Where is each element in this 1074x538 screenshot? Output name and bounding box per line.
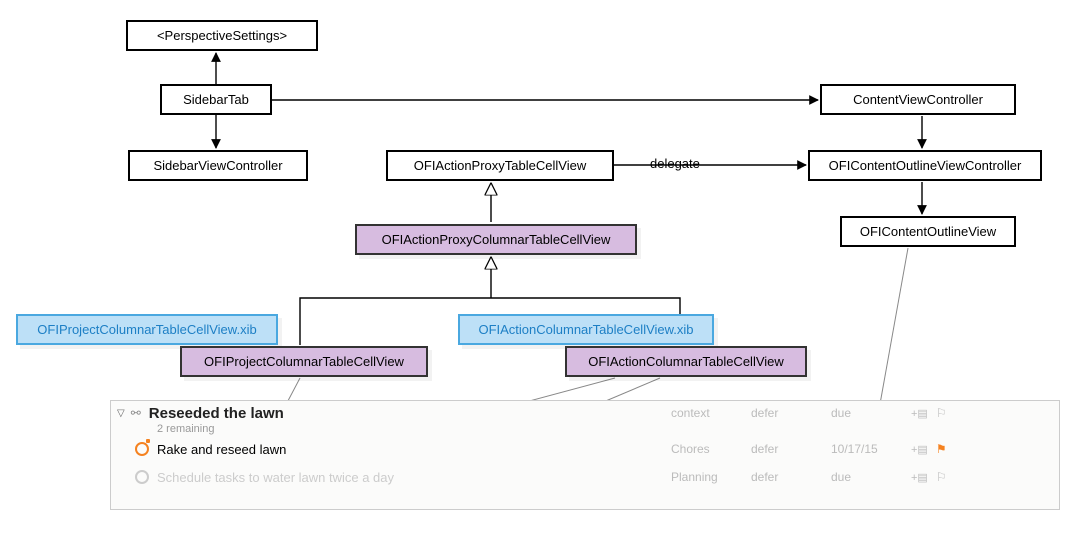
flag-icon[interactable]: ⚑ <box>936 442 947 456</box>
table-row[interactable]: Schedule tasks to water lawn twice a day… <box>111 463 1059 491</box>
node-action-columnar-xib: OFIActionColumnarTableCellView.xib <box>458 314 714 345</box>
flag-icon[interactable]: ⚐ <box>936 470 947 484</box>
node-sidebar-tab: SidebarTab <box>160 84 272 115</box>
add-note-icon[interactable]: +▤ <box>911 407 928 420</box>
edge-label-delegate: delegate <box>650 156 700 171</box>
disclosure-triangle-icon[interactable]: ▽ <box>117 408 125 419</box>
sequential-icon: ⚯ <box>131 406 141 420</box>
status-circle-icon[interactable] <box>135 442 149 456</box>
table-row[interactable]: Rake and reseed lawn Chores defer 10/17/… <box>111 435 1059 463</box>
row-due[interactable]: due <box>831 470 911 484</box>
node-project-columnar: OFIProjectColumnarTableCellView <box>180 346 428 377</box>
project-remaining: 2 remaining <box>157 423 1059 435</box>
row-defer[interactable]: defer <box>751 442 831 456</box>
col-header-defer: defer <box>751 406 831 420</box>
node-perspective-settings: <PerspectiveSettings> <box>126 20 318 51</box>
add-note-icon[interactable]: +▤ <box>911 443 928 456</box>
status-circle-icon[interactable] <box>135 470 149 484</box>
node-project-columnar-xib: OFIProjectColumnarTableCellView.xib <box>16 314 278 345</box>
outline-view-mock: ▽ ⚯ Reseeded the lawn context defer due … <box>110 400 1060 510</box>
node-sidebar-vc: SidebarViewController <box>128 150 308 181</box>
row-title[interactable]: Rake and reseed lawn <box>157 442 286 457</box>
node-ofi-content-outline-vc: OFIContentOutlineViewController <box>808 150 1042 181</box>
node-action-columnar: OFIActionColumnarTableCellView <box>565 346 807 377</box>
node-content-vc: ContentViewController <box>820 84 1016 115</box>
flag-icon[interactable]: ⚐ <box>936 406 947 420</box>
row-due[interactable]: 10/17/15 <box>831 442 911 456</box>
project-title[interactable]: Reseeded the lawn <box>149 405 284 422</box>
row-defer[interactable]: defer <box>751 470 831 484</box>
row-title[interactable]: Schedule tasks to water lawn twice a day <box>157 470 394 485</box>
row-context[interactable]: Chores <box>671 442 751 456</box>
col-header-context: context <box>671 406 751 420</box>
node-action-proxy-columnar: OFIActionProxyColumnarTableCellView <box>355 224 637 255</box>
node-ofi-content-outline-view: OFIContentOutlineView <box>840 216 1016 247</box>
col-header-due: due <box>831 406 911 420</box>
add-note-icon[interactable]: +▤ <box>911 471 928 484</box>
row-context[interactable]: Planning <box>671 470 751 484</box>
node-action-proxy: OFIActionProxyTableCellView <box>386 150 614 181</box>
